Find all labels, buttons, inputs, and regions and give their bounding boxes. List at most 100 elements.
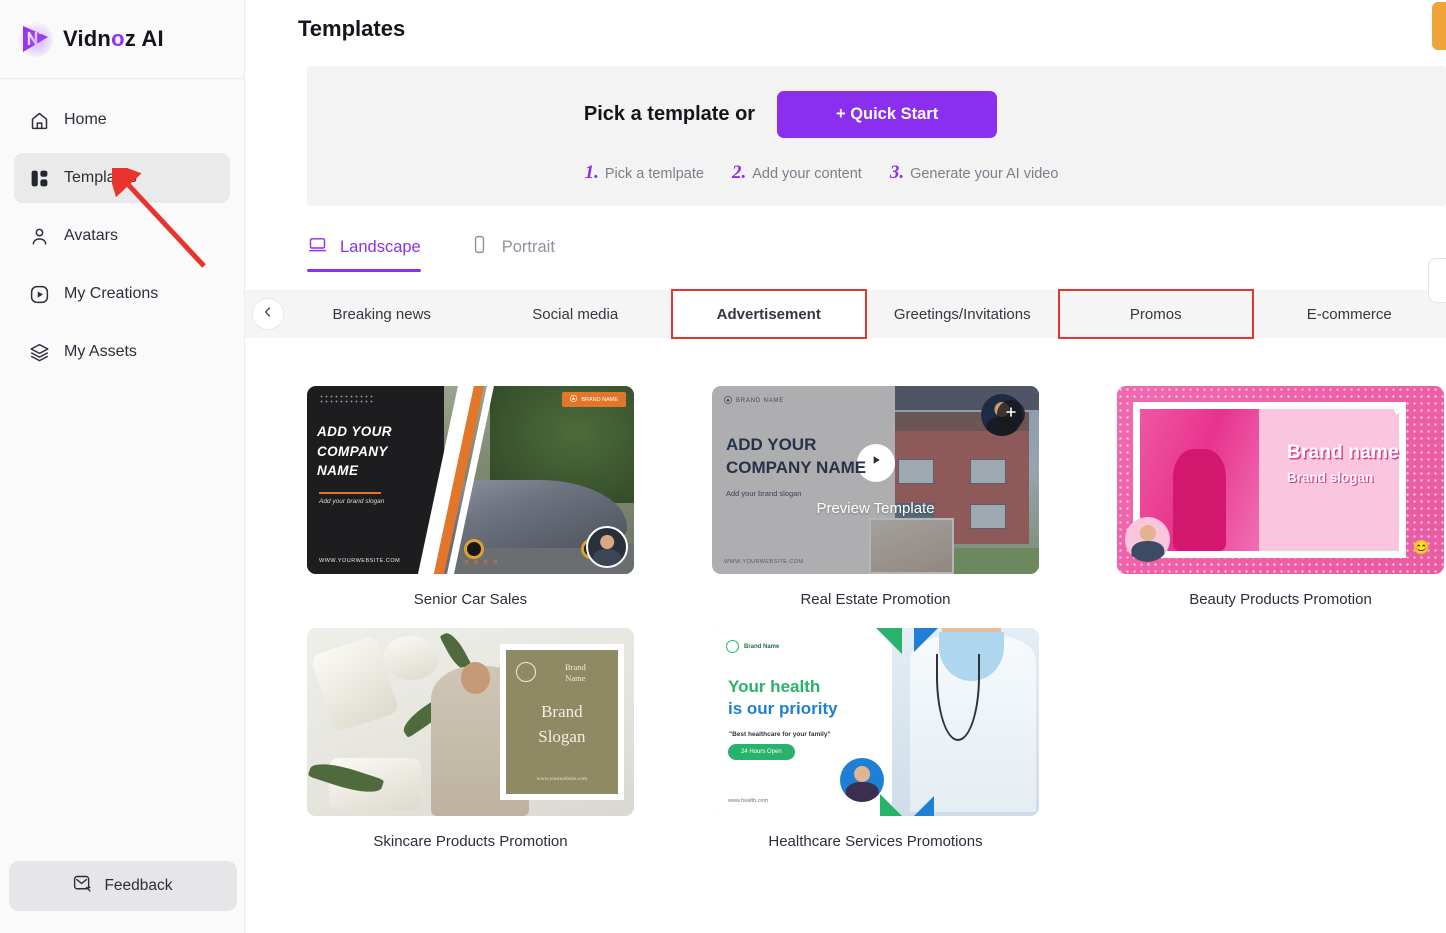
vidnoz-logo-icon [17, 21, 53, 57]
artwork-slogan: Brand Slogan [538, 702, 586, 746]
sidebar-item-home[interactable]: Home [14, 95, 230, 145]
sidebar-item-label: Templates [64, 169, 137, 186]
laptop-icon [307, 234, 328, 260]
artwork-chevrons: » » » » [463, 556, 499, 566]
artwork-panel: Brand Name Brand Slogan www.yourwebsite.… [499, 644, 624, 800]
quick-start-button[interactable]: + Quick Start [777, 91, 998, 138]
feedback-button[interactable]: Feedback [8, 861, 237, 911]
template-title: Real Estate Promotion [800, 591, 951, 608]
home-icon [28, 109, 50, 131]
artwork-company-name: ADD YOUR COMPANY NAME [726, 435, 867, 477]
hero-banner: Pick a template or + Quick Start 1. Pick… [307, 66, 1446, 206]
side-panel-handle[interactable] [1428, 258, 1446, 303]
artwork-slogan: Add your brand slogan [319, 498, 385, 505]
template-title: Beauty Products Promotion [1189, 591, 1372, 608]
smiley-emoji-icon: 😊 [1412, 539, 1430, 555]
sidebar-item-my-creations[interactable]: My Creations [14, 269, 230, 319]
category-e-commerce[interactable]: E-commerce [1253, 290, 1446, 338]
artwork-slogan: Brand slogan [1287, 470, 1374, 485]
artwork-url: www.health.com [728, 798, 769, 804]
step-number: 2. [731, 162, 747, 183]
category-prev-button[interactable] [252, 298, 284, 330]
category-bar: Breaking news Social media Advertisement… [245, 289, 1446, 339]
template-grid: ADD YOUR COMPANY NAME Add your brand slo… [307, 386, 1446, 850]
template-thumbnail[interactable]: BRAND NAME ADD YOUR COMPANY NAME Add you… [712, 386, 1039, 574]
phone-icon [469, 234, 490, 260]
tab-portrait[interactable]: Portrait [469, 234, 555, 272]
hero-headline: Pick a template or [583, 103, 756, 125]
brand-logo[interactable]: Vidnoz AI [0, 0, 244, 78]
feedback-label: Feedback [104, 877, 173, 894]
artwork-url: WWW.YOURWEBSITE.COM [724, 559, 804, 565]
preview-template-label: Preview Template [816, 499, 935, 517]
template-card-skincare-products-promotion[interactable]: Brand Name Brand Slogan www.yourwebsite.… [307, 628, 634, 850]
template-thumbnail[interactable]: ADD YOUR COMPANY NAME Add your brand slo… [307, 386, 634, 574]
template-artwork: Brand Name Brand Slogan www.yourwebsite.… [307, 628, 634, 816]
sidebar-divider [0, 78, 244, 79]
template-artwork: Brand Name Your health is our priority "… [712, 628, 1039, 816]
sidebar-item-my-assets[interactable]: My Assets [14, 327, 230, 377]
heart-icon: ♥ [1393, 406, 1400, 418]
brand-mark-icon [724, 396, 732, 406]
artwork-brand-badge: BRAND NAME [562, 392, 626, 407]
template-card-real-estate-promotion[interactable]: BRAND NAME ADD YOUR COMPANY NAME Add you… [712, 386, 1039, 608]
orange-side-tab[interactable] [1432, 2, 1446, 50]
sidebar-item-templates[interactable]: Templates [14, 153, 230, 203]
brand-mark-icon [515, 662, 536, 682]
feedback-envelope-icon [72, 873, 93, 899]
template-card-beauty-products-promotion[interactable]: Brand name Brand slogan ♥ 😊 Beauty Produ… [1117, 386, 1444, 608]
hero-step-3: 3. Generate your AI video [890, 162, 1059, 184]
artwork-brand-name: Brand Name [564, 662, 586, 684]
step-label: Generate your AI video [910, 166, 1059, 182]
feedback-container: Feedback [0, 861, 245, 911]
template-card-senior-car-sales[interactable]: ADD YOUR COMPANY NAME Add your brand slo… [307, 386, 634, 608]
tab-label: Landscape [340, 237, 421, 256]
main-content: Templates Pick a template or + Quick Sta… [245, 0, 1446, 933]
sidebar-item-avatars[interactable]: Avatars [14, 211, 230, 261]
step-label: Add your content [752, 166, 862, 182]
category-list: Breaking news Social media Advertisement… [285, 289, 1446, 339]
category-promos[interactable]: Promos [1058, 289, 1254, 339]
template-thumbnail[interactable]: Brand Name Your health is our priority "… [712, 628, 1039, 816]
sidebar-item-label: My Assets [64, 343, 137, 360]
artwork-avatar [840, 758, 884, 802]
brand-mark-icon [726, 640, 739, 653]
artwork-company-name: ADD YOUR COMPANY NAME [317, 424, 392, 479]
template-thumbnail[interactable]: Brand name Brand slogan ♥ 😊 [1117, 386, 1444, 574]
tab-landscape[interactable]: Landscape [307, 234, 421, 272]
artwork-pill-badge: 24 Hours Open [728, 744, 795, 760]
sidebar: Vidnoz AI Home Templates Avatars My Crea… [0, 0, 245, 933]
template-title: Senior Car Sales [413, 591, 528, 608]
hero-step-2: 2. Add your content [732, 162, 862, 184]
template-title: Healthcare Services Promotions [768, 833, 983, 850]
sidebar-item-label: Avatars [64, 227, 118, 244]
page-title: Templates [298, 16, 406, 41]
add-template-button[interactable] [997, 400, 1025, 428]
template-card-healthcare-services-promotions[interactable]: Brand Name Your health is our priority "… [712, 628, 1039, 850]
artwork-brand-badge: BRAND NAME [724, 396, 784, 406]
play-icon [869, 453, 883, 472]
template-artwork: ADD YOUR COMPANY NAME Add your brand slo… [307, 386, 634, 574]
category-greetings-invitations[interactable]: Greetings/Invitations [866, 290, 1060, 338]
sidebar-item-label: Home [64, 111, 107, 128]
dotted-texture [319, 394, 375, 404]
brand-mark-icon [570, 395, 578, 404]
headline-line-2: is our priority [728, 699, 838, 719]
artwork-slogan: Add your brand slogan [726, 489, 802, 498]
app-root: Vidnoz AI Home Templates Avatars My Crea… [0, 0, 1446, 933]
step-number: 3. [889, 162, 905, 183]
template-title: Skincare Products Promotion [373, 833, 568, 850]
orientation-tabs: Landscape Portrait [307, 234, 1446, 272]
template-thumbnail[interactable]: Brand Name Brand Slogan www.yourwebsite.… [307, 628, 634, 816]
hero-step-1: 1. Pick a temlpate [585, 162, 704, 184]
category-social-media[interactable]: Social media [479, 290, 673, 338]
artwork-quote: "Best healthcare for your family" [729, 731, 831, 738]
step-label: Pick a temlpate [604, 166, 704, 182]
artwork-url: WWW.YOURWEBSITE.COM [319, 558, 401, 564]
tab-label: Portrait [501, 237, 555, 256]
category-advertisement[interactable]: Advertisement [671, 289, 867, 339]
artwork-avatar [1125, 517, 1170, 562]
template-artwork: Brand name Brand slogan ♥ 😊 [1117, 386, 1444, 574]
play-circle-icon [28, 283, 50, 305]
category-breaking-news[interactable]: Breaking news [285, 290, 479, 338]
